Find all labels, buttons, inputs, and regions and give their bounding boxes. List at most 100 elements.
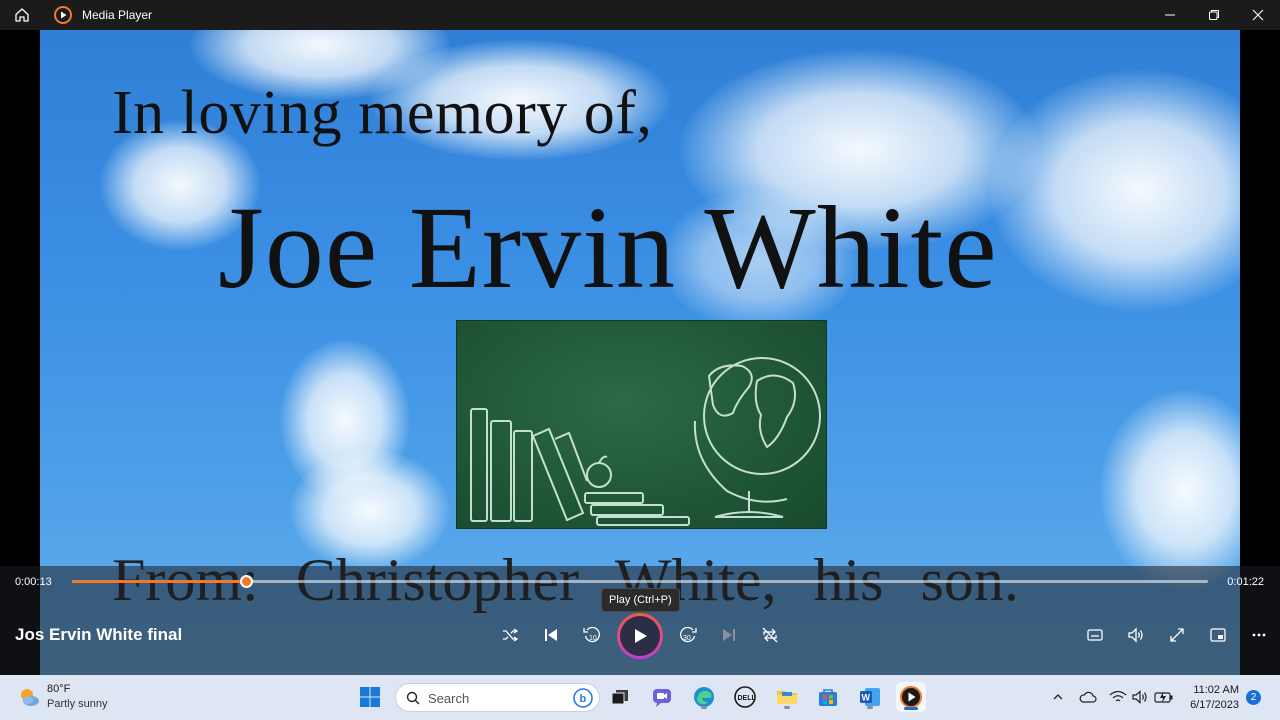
word-icon: W — [860, 688, 880, 706]
weather-description[interactable]: Partly sunny — [47, 698, 108, 710]
home-button[interactable] — [0, 0, 44, 30]
wifi-icon — [1109, 690, 1127, 702]
seek-bar[interactable] — [72, 575, 1208, 588]
windows-start-icon — [360, 687, 380, 707]
chat-icon — [653, 689, 671, 707]
taskbar-task-view[interactable] — [606, 683, 634, 711]
window-controls — [1148, 0, 1280, 30]
notification-badge[interactable]: 2 — [1246, 690, 1261, 705]
mini-player-button[interactable] — [1204, 621, 1232, 649]
chalkboard-image — [456, 320, 827, 529]
clock-time[interactable]: 11:02 AM — [1193, 684, 1239, 696]
media-title: Jos Ervin White final — [15, 625, 183, 644]
play-button[interactable] — [617, 613, 663, 659]
wifi-tray[interactable] — [1106, 683, 1130, 711]
svg-text:b: b — [580, 693, 587, 705]
folder-icon — [777, 691, 797, 704]
more-options-button[interactable] — [1245, 621, 1273, 649]
taskbar-file-explorer[interactable] — [773, 683, 801, 711]
running-indicator-active — [904, 707, 918, 710]
running-indicator — [701, 706, 707, 709]
close-icon — [1252, 9, 1264, 21]
close-button[interactable] — [1236, 0, 1280, 30]
caption-memory: In loving memory of, — [112, 79, 653, 147]
search-placeholder: Search — [428, 691, 470, 706]
shuffle-button[interactable] — [496, 621, 524, 649]
playback-controls: 0:00:13 0:01:22 Play (Ctrl+P) Jos Ervin … — [0, 566, 1280, 675]
restore-icon — [1209, 10, 1219, 20]
volume-icon — [1128, 627, 1143, 643]
minimize-button[interactable] — [1148, 0, 1192, 30]
chalkboard-drawing — [470, 357, 821, 526]
cloud — [990, 70, 1240, 310]
volume-tray[interactable] — [1129, 683, 1153, 711]
weather-partly-sunny-icon[interactable] — [16, 684, 42, 710]
media-player-taskbar-icon — [900, 686, 922, 708]
previous-button[interactable] — [537, 621, 565, 649]
home-icon — [15, 8, 29, 22]
play-button-face — [620, 616, 660, 656]
window-title: Media Player — [82, 8, 153, 22]
captions-button[interactable] — [1081, 621, 1109, 649]
more-icon — [1252, 633, 1266, 637]
current-time: 0:00:13 — [15, 576, 52, 588]
taskbar-chat[interactable] — [648, 683, 676, 711]
battery-charging-icon — [1154, 692, 1173, 703]
task-view-icon — [611, 690, 628, 705]
edge-icon — [694, 687, 714, 707]
repeat-button[interactable] — [756, 621, 784, 649]
taskbar-store[interactable] — [814, 683, 842, 711]
bing-icon: b — [573, 688, 593, 708]
speaker-icon — [1132, 690, 1147, 704]
weather-temperature[interactable]: 80°F — [47, 683, 70, 695]
minimize-icon — [1165, 14, 1175, 16]
svg-text:W: W — [862, 693, 871, 703]
svg-text:DELL: DELL — [738, 695, 757, 702]
fullscreen-icon — [1170, 628, 1184, 642]
play-icon — [635, 629, 647, 643]
start-button[interactable] — [356, 683, 384, 711]
repeat-off-icon — [762, 627, 778, 643]
total-time: 0:01:22 — [1227, 576, 1264, 588]
fullscreen-button[interactable] — [1163, 621, 1191, 649]
taskbar: 80°F Partly sunny Search b DELL W 11:02 … — [0, 675, 1280, 720]
taskbar-edge[interactable] — [690, 683, 718, 711]
cloud — [1100, 390, 1240, 590]
skip-back-10-button[interactable]: 10 — [578, 621, 606, 649]
chevron-up-icon — [1053, 694, 1063, 700]
svg-text:30: 30 — [683, 635, 691, 642]
skip-forward-30-button[interactable]: 30 — [674, 621, 702, 649]
store-icon — [819, 689, 837, 706]
next-button[interactable] — [715, 621, 743, 649]
seek-bar-thumb[interactable] — [239, 575, 253, 588]
mini-player-icon — [1210, 628, 1226, 642]
taskbar-search[interactable]: Search b — [395, 683, 600, 712]
rewind-10-icon: 10 — [583, 626, 600, 643]
forward-30-icon: 30 — [680, 626, 697, 643]
taskbar-media-player[interactable] — [896, 682, 926, 712]
media-player-window: Media Player In loving memory of, Joe Er… — [0, 0, 1280, 720]
battery-tray[interactable] — [1152, 683, 1176, 711]
previous-icon — [545, 629, 557, 641]
show-hidden-icons-button[interactable] — [1046, 683, 1070, 711]
cloud-icon — [1079, 691, 1097, 703]
next-icon — [723, 629, 735, 641]
svg-text:10: 10 — [589, 635, 597, 642]
onedrive-tray[interactable] — [1076, 683, 1100, 711]
running-indicator — [784, 706, 790, 709]
captions-icon — [1087, 629, 1103, 641]
title-bar: Media Player — [0, 0, 1280, 30]
caption-name: Joe Ervin White — [218, 182, 998, 313]
media-player-app-icon — [54, 6, 72, 24]
shuffle-icon — [503, 628, 519, 642]
restore-button[interactable] — [1192, 0, 1236, 30]
clock-date[interactable]: 6/17/2023 — [1190, 699, 1239, 711]
running-indicator — [867, 706, 873, 709]
play-tooltip: Play (Ctrl+P) — [601, 588, 680, 612]
taskbar-word[interactable]: W — [856, 683, 884, 711]
volume-button[interactable] — [1122, 621, 1150, 649]
seek-bar-progress — [72, 580, 246, 583]
search-icon — [406, 691, 420, 705]
taskbar-dell[interactable]: DELL — [731, 683, 759, 711]
dell-icon: DELL — [734, 686, 756, 708]
